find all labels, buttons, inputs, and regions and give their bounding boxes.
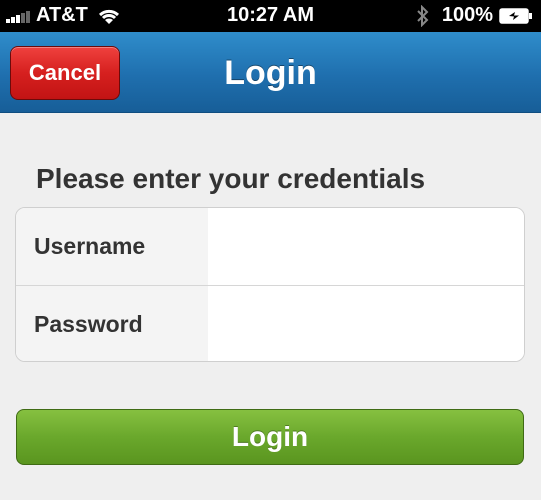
password-label: Password [16, 286, 208, 361]
login-form: Username Password [15, 207, 525, 362]
password-field[interactable] [208, 286, 524, 361]
username-row: Username [16, 208, 524, 285]
username-field[interactable] [208, 208, 524, 285]
status-bar: AT&T 10:27 AM 100% [0, 0, 541, 32]
username-label: Username [16, 208, 208, 285]
navigation-bar: Cancel Login [0, 32, 541, 113]
battery-percent: 100% [441, 4, 493, 26]
battery-icon [499, 7, 532, 24]
status-right: 100% [416, 4, 533, 27]
bluetooth-icon [417, 4, 429, 27]
password-row: Password [16, 285, 524, 361]
login-button[interactable]: Login [16, 409, 524, 465]
credentials-heading: Please enter your credentials [36, 163, 426, 194]
page-title: Login [224, 54, 317, 92]
